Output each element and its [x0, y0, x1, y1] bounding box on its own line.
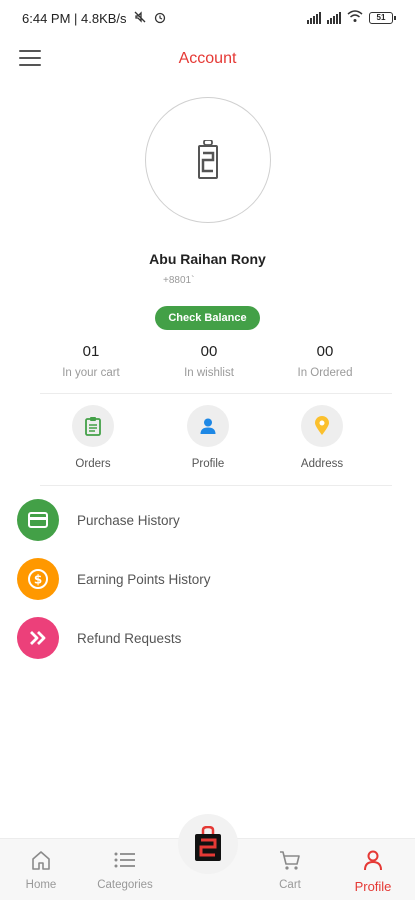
stat-wishlist[interactable]: 00 In wishlist — [154, 343, 264, 379]
status-time: 6:44 PM | 4.8KB/s — [22, 10, 127, 26]
menu-item-purchase-history[interactable]: Purchase History — [17, 498, 397, 542]
user-name: Abu Raihan Rony — [149, 251, 266, 267]
quick-link-label: Address — [300, 458, 344, 470]
nav-label: Categories — [97, 879, 153, 891]
card-icon — [17, 499, 59, 541]
page-title: Account — [178, 50, 237, 67]
divider — [40, 485, 392, 486]
stat-ordered[interactable]: 00 In Ordered — [270, 343, 380, 379]
location-pin-icon — [301, 405, 343, 447]
stat-label: In your cart — [62, 367, 120, 379]
nav-home[interactable]: Home — [6, 849, 76, 891]
nav-label: Profile — [354, 879, 392, 894]
check-balance-button[interactable]: Check Balance — [155, 306, 260, 330]
shopping-bag-logo-icon — [198, 140, 218, 179]
clipboard-icon — [72, 405, 114, 447]
menu-item-label: Earning Points History — [77, 571, 211, 587]
battery-icon: 51 — [369, 12, 396, 24]
quick-link-orders[interactable]: Orders — [53, 405, 133, 470]
menu-item-earning-points-history[interactable]: $ Earning Points History — [17, 557, 397, 601]
double-chevron-icon — [17, 617, 59, 659]
center-shop-button[interactable] — [178, 814, 238, 874]
stat-value: 00 — [316, 343, 334, 360]
stat-value: 00 — [200, 343, 218, 360]
user-icon — [364, 850, 382, 871]
nav-profile[interactable]: Profile — [338, 849, 408, 894]
menu-item-refund-requests[interactable]: Refund Requests — [17, 616, 397, 660]
quick-link-label: Orders — [75, 458, 111, 470]
cart-icon — [280, 851, 300, 870]
status-bar: 6:44 PM | 4.8KB/s 51 — [0, 0, 415, 36]
shopping-bag-logo-icon — [195, 826, 221, 861]
nav-cart[interactable]: Cart — [255, 849, 325, 891]
divider — [40, 393, 392, 394]
quick-link-address[interactable]: Address — [282, 405, 362, 470]
wifi-icon — [347, 10, 363, 26]
stat-cart[interactable]: 01 In your cart — [36, 343, 146, 379]
quick-link-profile[interactable]: Profile — [168, 405, 248, 470]
person-icon — [187, 405, 229, 447]
stat-value: 01 — [82, 343, 100, 360]
alarm-icon — [153, 10, 167, 27]
app-bar: Account — [0, 40, 415, 80]
list-icon — [114, 852, 135, 868]
stat-label: In wishlist — [184, 367, 234, 379]
svg-text:$: $ — [34, 573, 42, 587]
signal-icon — [307, 12, 321, 24]
signal-icon-2 — [327, 12, 341, 24]
quick-link-label: Profile — [191, 458, 225, 470]
user-phone: +8801` — [163, 275, 195, 286]
mute-icon — [133, 10, 147, 27]
menu-item-label: Purchase History — [77, 512, 180, 528]
stat-label: In Ordered — [297, 367, 353, 379]
avatar[interactable] — [145, 97, 271, 223]
home-icon — [32, 851, 50, 870]
nav-label: Cart — [279, 879, 301, 891]
nav-label: Home — [25, 879, 57, 891]
nav-categories[interactable]: Categories — [90, 849, 160, 891]
menu-item-label: Refund Requests — [77, 630, 182, 646]
dollar-coin-icon: $ — [17, 558, 59, 600]
